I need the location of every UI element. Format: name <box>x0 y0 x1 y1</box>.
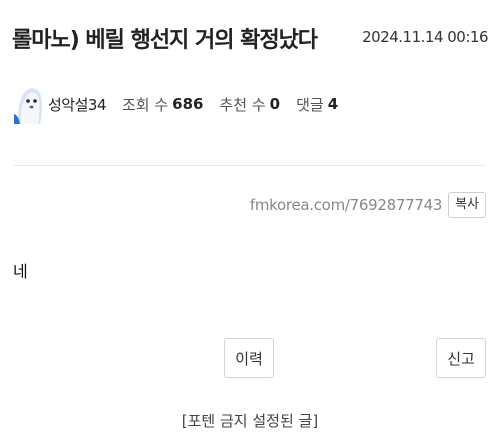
post-body: 네 <box>13 262 28 281</box>
history-button[interactable]: 이력 <box>224 338 274 378</box>
no-poten-notice: [포텐 금지 설정된 글] <box>181 412 319 430</box>
votes-count: 0 <box>269 95 281 113</box>
post-url-row: fmkorea.com/7692877743 복사 <box>250 192 486 218</box>
meta-divider <box>14 165 486 166</box>
post-date: 2024.11.14 00:16 <box>362 28 488 46</box>
post-title: 롤마노) 베릴 행선지 거의 확정났다 <box>12 28 318 53</box>
report-button[interactable]: 신고 <box>436 338 486 378</box>
views-label: 조회 수 <box>122 95 169 114</box>
views-count: 686 <box>172 95 204 113</box>
post-meta: 성악설34 조회 수 686 추천 수 0 댓글 4 <box>14 84 354 124</box>
votes-label: 추천 수 <box>219 95 266 114</box>
copy-url-button[interactable]: 복사 <box>448 192 486 218</box>
comments-count: 4 <box>327 95 339 113</box>
post-url[interactable]: fmkorea.com/7692877743 <box>250 196 442 214</box>
author-name[interactable]: 성악설34 <box>48 94 107 115</box>
seal-avatar-icon[interactable] <box>14 84 44 124</box>
comments-label: 댓글 <box>296 95 324 114</box>
